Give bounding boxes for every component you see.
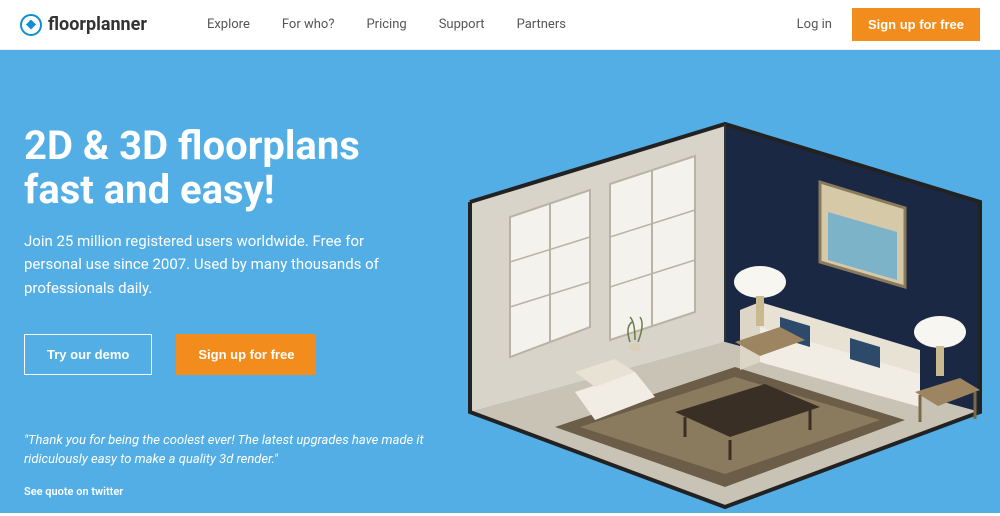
nav-right: Log in Sign up for free	[797, 8, 980, 41]
hero-buttons: Try our demo Sign up for free	[24, 334, 450, 375]
nav-pricing[interactable]: Pricing	[366, 17, 406, 32]
signup-button-hero[interactable]: Sign up for free	[176, 334, 316, 375]
nav-for-who[interactable]: For who?	[282, 17, 335, 32]
hero-title-line2: fast and easy!	[24, 166, 275, 213]
nav-links: Explore For who? Pricing Support Partner…	[207, 17, 566, 32]
signup-button-top[interactable]: Sign up for free	[852, 8, 980, 41]
logo-text: floorplanner	[48, 14, 147, 35]
room-illustration-icon	[460, 112, 990, 512]
try-demo-button[interactable]: Try our demo	[24, 334, 152, 375]
hero-title-line1: 2D & 3D floorplans	[24, 122, 360, 169]
login-link[interactable]: Log in	[797, 17, 832, 32]
logo[interactable]: floorplanner	[20, 14, 147, 36]
quote-twitter-link[interactable]: See quote on twitter	[24, 485, 123, 498]
nav-support[interactable]: Support	[439, 17, 485, 32]
hero: 2D & 3D floorplans fast and easy! Join 2…	[0, 50, 1000, 513]
hero-subtitle: Join 25 million registered users worldwi…	[24, 230, 404, 300]
hero-title: 2D & 3D floorplans fast and easy!	[24, 124, 450, 212]
testimonial-quote: "Thank you for being the coolest ever! T…	[24, 431, 444, 470]
room-3d-render	[460, 112, 990, 512]
hero-content: 2D & 3D floorplans fast and easy! Join 2…	[0, 50, 450, 513]
floorplanner-icon	[20, 14, 42, 36]
nav-explore[interactable]: Explore	[207, 17, 250, 32]
nav-partners[interactable]: Partners	[517, 17, 566, 32]
navbar: floorplanner Explore For who? Pricing Su…	[0, 0, 1000, 50]
